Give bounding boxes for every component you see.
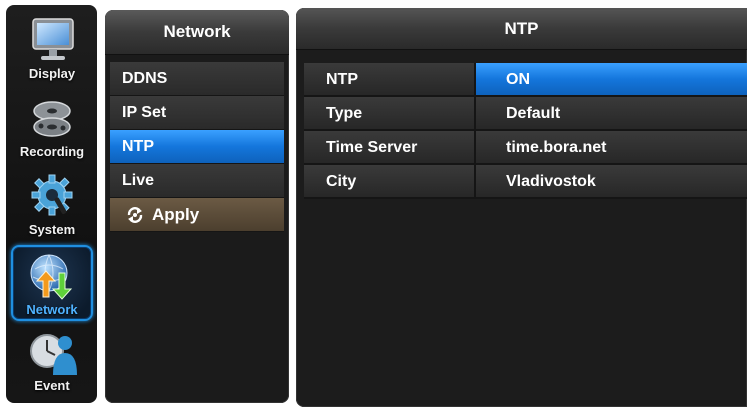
category-system[interactable]: System [11,167,93,243]
city-select[interactable]: Vladivostok [476,165,747,197]
category-label: Network [26,302,78,317]
setting-key: City [304,165,476,197]
menu-title: Network [105,10,289,55]
time-server-field[interactable]: time.bora.net [476,131,747,163]
category-label: Display [28,66,76,81]
menu-item-ip-set[interactable]: IP Set [110,96,284,130]
category-event[interactable]: Event [11,323,93,399]
network-menu: Network DDNS IP Set NTP Live Apply [105,10,289,403]
setting-row-ntp: NTP ON [304,63,747,97]
refresh-icon [127,207,143,223]
menu-item-ntp[interactable]: NTP [110,130,284,164]
apply-button[interactable]: Apply [110,198,284,232]
menu-list: DDNS IP Set NTP Live Apply [110,62,284,232]
globe-arrows-icon [30,254,73,300]
main-category-bar: Display Recording System Network Event [6,5,97,403]
setting-key: Type [304,97,476,129]
ntp-settings-panel: NTP NTP ON Type Default Time Server time… [296,8,747,407]
menu-item-ddns[interactable]: DDNS [110,62,284,96]
apply-label: Apply [152,205,200,224]
setting-row-city: City Vladivostok [304,165,747,199]
settings-table: NTP ON Type Default Time Server time.bor… [304,63,747,199]
monitor-icon [32,18,74,60]
type-select[interactable]: Default [476,97,747,129]
panel-title: NTP [296,8,747,50]
category-label: System [28,222,76,237]
gear-icon [31,174,73,216]
category-label: Event [34,378,70,393]
category-label: Recording [19,144,85,159]
menu-item-live[interactable]: Live [110,164,284,198]
clock-person-icon [30,334,77,375]
reels-icon [33,101,71,137]
category-recording[interactable]: Recording [11,89,93,165]
category-network[interactable]: Network [11,245,93,321]
setting-key: NTP [304,63,476,95]
category-display[interactable]: Display [11,11,93,87]
setting-row-time-server: Time Server time.bora.net [304,131,747,165]
setting-row-type: Type Default [304,97,747,131]
setting-key: Time Server [304,131,476,163]
ntp-toggle[interactable]: ON [476,63,747,95]
